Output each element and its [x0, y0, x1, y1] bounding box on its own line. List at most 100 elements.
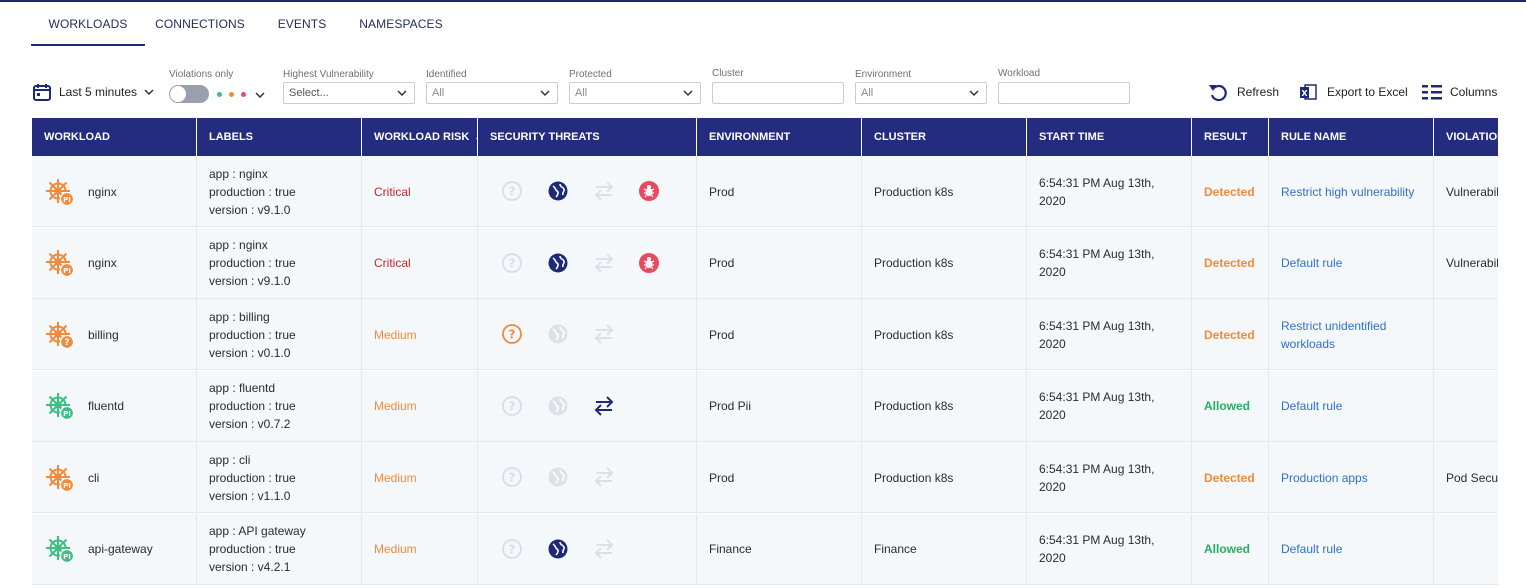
col-start-time[interactable]: START TIME — [1027, 118, 1192, 156]
table-row[interactable]: PI nginx app : nginx production : true v… — [32, 227, 1498, 299]
unidentified-icon[interactable]: ? — [501, 180, 523, 202]
rule-link[interactable]: Production apps — [1281, 469, 1368, 487]
malware-bug-icon[interactable] — [638, 180, 660, 202]
violation-cell: Vulnerability — [1434, 228, 1498, 299]
svg-text:?: ? — [64, 338, 69, 348]
refresh-button[interactable]: Refresh — [1207, 79, 1279, 105]
risk-cell: Critical — [362, 156, 478, 227]
time-range-dropdown[interactable]: Last 5 minutes — [32, 81, 155, 103]
lateral-movement-icon[interactable] — [592, 466, 614, 488]
threats-cell: ? — [478, 299, 697, 370]
network-globe-icon[interactable] — [547, 180, 569, 202]
unidentified-icon[interactable]: ? — [501, 252, 523, 274]
label-production: production : true — [209, 327, 296, 342]
label-app: app : nginx — [209, 166, 268, 181]
col-violation-type[interactable]: VIOLATION TYPE — [1434, 118, 1498, 156]
label-version: version : v0.1.0 — [209, 345, 291, 360]
tab-workloads[interactable]: WORKLOADS — [31, 2, 145, 46]
col-cluster[interactable]: CLUSTER — [862, 118, 1027, 156]
rule-link[interactable]: Default rule — [1281, 254, 1342, 272]
rule-link[interactable]: Default rule — [1281, 540, 1342, 558]
col-workload-risk[interactable]: WORKLOAD RISK — [362, 118, 478, 156]
table-row[interactable]: PI api-gateway app : API gateway product… — [32, 513, 1498, 585]
label-version: version : v9.1.0 — [209, 202, 291, 217]
network-globe-icon[interactable] — [547, 466, 569, 488]
label-version: version : v0.7.2 — [209, 417, 291, 431]
result-value: Detected — [1204, 256, 1255, 270]
workload-cell[interactable]: PI cli — [32, 442, 197, 513]
label-production: production : true — [209, 542, 296, 556]
rule-link[interactable]: Default rule — [1281, 397, 1342, 415]
labels-list: app : billing production : true version … — [209, 308, 296, 362]
violation-cell — [1434, 299, 1498, 370]
malware-bug-icon[interactable] — [638, 252, 660, 274]
tab-namespaces[interactable]: NAMESPACES — [356, 2, 446, 46]
network-globe-icon[interactable] — [547, 395, 569, 417]
highest-vulnerability-select[interactable]: Select... — [283, 82, 415, 104]
col-result[interactable]: RESULT — [1192, 118, 1269, 156]
workload-cell[interactable]: PI fluentd — [32, 370, 197, 442]
workload-cell[interactable]: PI nginx — [32, 227, 197, 299]
start-time-cell: 6:54:31 PM Aug 13th, 2020 — [1027, 513, 1192, 585]
col-rule-name[interactable]: RULE NAME — [1269, 118, 1434, 156]
svg-text:?: ? — [509, 256, 516, 270]
environment-select[interactable]: All — [855, 82, 987, 104]
unidentified-icon[interactable]: ? — [501, 466, 523, 488]
table-header: WORKLOAD LABELS WORKLOAD RISK SECURITY T… — [32, 118, 1498, 156]
svg-text:?: ? — [509, 542, 516, 556]
table-row[interactable]: ? billing app : billing production : tru… — [32, 299, 1498, 370]
start-time-line-2: 2020 — [1039, 336, 1066, 351]
unidentified-icon[interactable]: ? — [501, 395, 523, 417]
workload-cell[interactable]: PI nginx — [32, 156, 197, 227]
labels-list: app : nginx production : true version : … — [209, 165, 296, 219]
cluster-input[interactable] — [712, 82, 844, 104]
protected-select[interactable]: All — [569, 82, 701, 104]
lateral-movement-icon[interactable] — [592, 395, 614, 417]
svg-text:X: X — [1301, 89, 1308, 98]
network-globe-icon[interactable] — [547, 323, 569, 345]
violation-cell: Vulnerability — [1434, 156, 1498, 227]
table-row[interactable]: PI cli app : cli production : true versi… — [32, 442, 1498, 513]
lateral-movement-icon[interactable] — [592, 323, 614, 345]
table-row[interactable]: PI fluentd app : fluentd production : tr… — [32, 370, 1498, 442]
columns-icon — [1422, 85, 1442, 100]
tab-connections[interactable]: CONNECTIONS — [150, 2, 250, 46]
protected-value: All — [575, 87, 588, 99]
table-row[interactable]: PI nginx app : nginx production : true v… — [32, 156, 1498, 227]
workload-cell[interactable]: ? billing — [32, 299, 197, 370]
unidentified-icon[interactable]: ? — [501, 538, 523, 560]
start-time-text: 6:54:31 PM Aug 13th, 2020 — [1039, 245, 1154, 281]
severity-chevron-down-icon[interactable] — [254, 89, 266, 101]
export-excel-button[interactable]: X Export to Excel — [1298, 79, 1408, 105]
start-time-text: 6:54:31 PM Aug 13th, 2020 — [1039, 460, 1154, 496]
col-security-threats[interactable]: SECURITY THREATS — [478, 118, 697, 156]
start-time-line-1: 6:54:31 PM Aug 13th, — [1039, 175, 1155, 190]
svg-text:PI: PI — [63, 482, 71, 490]
tab-events[interactable]: EVENTS — [268, 2, 336, 46]
cluster-cell: Production k8s — [862, 156, 1027, 227]
workload-input[interactable] — [998, 82, 1130, 104]
col-environment[interactable]: ENVIRONMENT — [697, 118, 862, 156]
unidentified-icon[interactable]: ? — [501, 323, 523, 345]
network-globe-icon[interactable] — [547, 252, 569, 274]
identified-select[interactable]: All — [426, 82, 558, 104]
labels-list: app : cli production : true version : v1… — [209, 451, 296, 505]
violation-cell: Pod Security — [1434, 442, 1498, 513]
rule-link[interactable]: Restrict high vulnerability — [1281, 183, 1414, 201]
severity-dot-orange — [229, 92, 234, 97]
environment-cell: Prod — [697, 227, 862, 299]
labels-cell: app : nginx production : true version : … — [197, 156, 362, 227]
col-workload[interactable]: WORKLOAD — [32, 118, 197, 156]
threats-cell: ? — [478, 156, 697, 227]
columns-button[interactable]: Columns — [1421, 79, 1497, 105]
network-globe-icon[interactable] — [547, 538, 569, 560]
lateral-movement-icon[interactable] — [592, 538, 614, 560]
severity-dot-green — [217, 92, 222, 97]
workload-cell[interactable]: PI api-gateway — [32, 513, 197, 585]
col-labels[interactable]: LABELS — [197, 118, 362, 156]
rule-link[interactable]: Restrict unidentified workloads — [1281, 317, 1425, 353]
chevron-down-icon — [144, 89, 154, 96]
lateral-movement-icon[interactable] — [592, 180, 614, 202]
lateral-movement-icon[interactable] — [592, 252, 614, 274]
violations-only-toggle[interactable] — [169, 85, 209, 103]
